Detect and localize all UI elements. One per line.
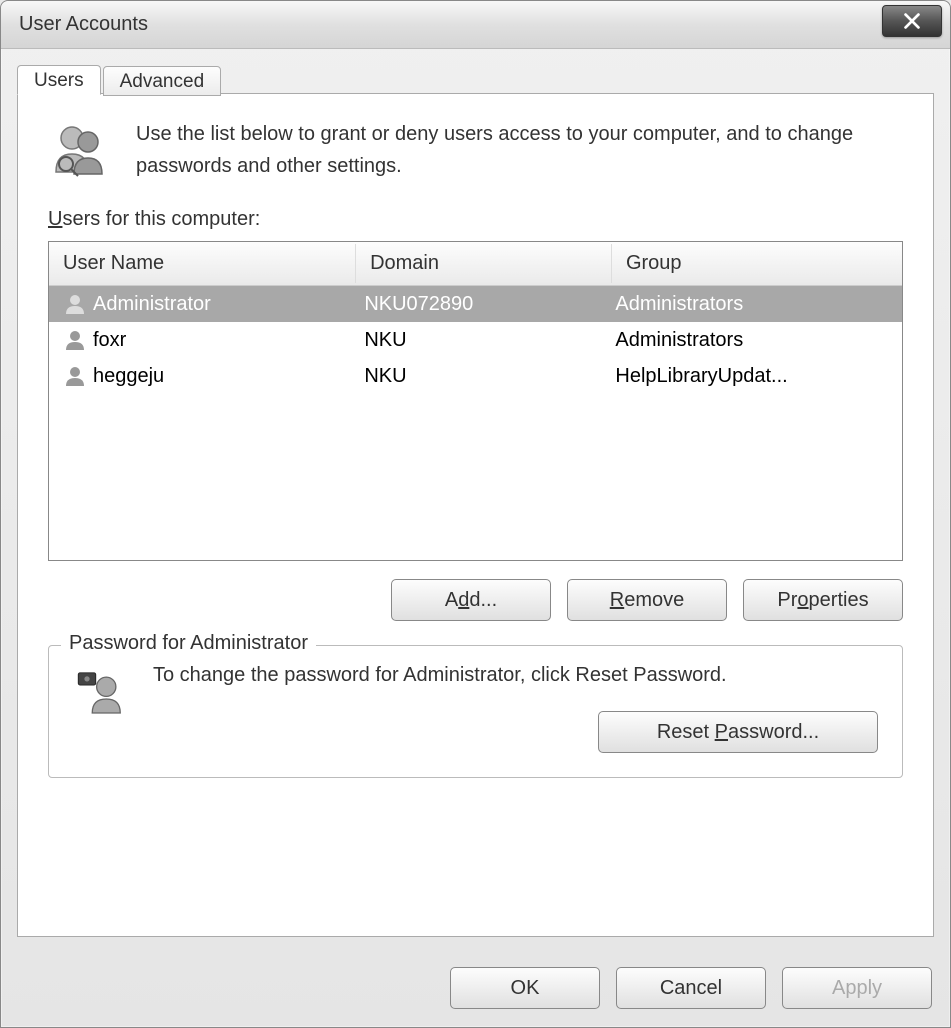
intro-text: Use the list below to grant or deny user… (136, 118, 903, 182)
column-header-username[interactable]: User Name (49, 244, 356, 283)
cell-domain: NKU072890 (358, 293, 609, 316)
ok-button[interactable]: OK (450, 967, 600, 1009)
intro-section: Use the list below to grant or deny user… (48, 118, 903, 182)
remove-button[interactable]: Remove (567, 579, 727, 621)
password-instruction-text: To change the password for Administrator… (153, 664, 878, 687)
tab-users[interactable]: Users (17, 65, 101, 95)
key-user-icon (73, 664, 129, 720)
cancel-button[interactable]: Cancel (616, 967, 766, 1009)
users-listview[interactable]: User Name Domain Group Administrator NKU0… (48, 241, 903, 561)
user-icon (63, 328, 87, 352)
window-title: User Accounts (19, 13, 148, 36)
cell-username: heggeju (93, 365, 164, 388)
title-bar: User Accounts (1, 1, 950, 49)
tab-strip: Users Advanced (17, 65, 223, 95)
user-accounts-window: User Accounts Users Advanced (0, 0, 951, 1028)
users-list-label: Users for this computer: (48, 208, 903, 231)
users-panel: Use the list below to grant or deny user… (18, 94, 933, 936)
table-row[interactable]: Administrator NKU072890Administrators (49, 286, 902, 322)
properties-button[interactable]: Properties (743, 579, 903, 621)
close-button[interactable] (882, 5, 942, 37)
cell-username: Administrator (93, 293, 211, 316)
users-icon (48, 118, 112, 182)
tab-advanced[interactable]: Advanced (103, 66, 222, 96)
user-icon (63, 292, 87, 316)
password-fieldset: Password for Administrator To change the… (48, 645, 903, 778)
column-header-group[interactable]: Group (612, 244, 893, 283)
cell-group: Administrators (609, 329, 885, 352)
add-button[interactable]: Add... (391, 579, 551, 621)
close-icon (901, 10, 923, 32)
table-row[interactable]: foxr NKUAdministrators (49, 322, 902, 358)
cell-group: HelpLibraryUpdat... (609, 365, 885, 388)
list-header: User Name Domain Group (49, 242, 902, 286)
password-legend: Password for Administrator (61, 632, 316, 655)
user-buttons-row: Add... Remove Properties (48, 579, 903, 621)
tab-panel: Users Advanced Use the list below to gra… (17, 93, 934, 937)
column-header-domain[interactable]: Domain (356, 244, 612, 283)
apply-button[interactable]: Apply (782, 967, 932, 1009)
cell-domain: NKU (358, 329, 609, 352)
reset-password-button[interactable]: Reset Password... (598, 711, 878, 753)
cell-username: foxr (93, 329, 126, 352)
cell-group: Administrators (609, 293, 885, 316)
dialog-footer: OK Cancel Apply (1, 953, 950, 1027)
table-row[interactable]: heggeju NKUHelpLibraryUpdat... (49, 358, 902, 394)
cell-domain: NKU (358, 365, 609, 388)
user-icon (63, 364, 87, 388)
